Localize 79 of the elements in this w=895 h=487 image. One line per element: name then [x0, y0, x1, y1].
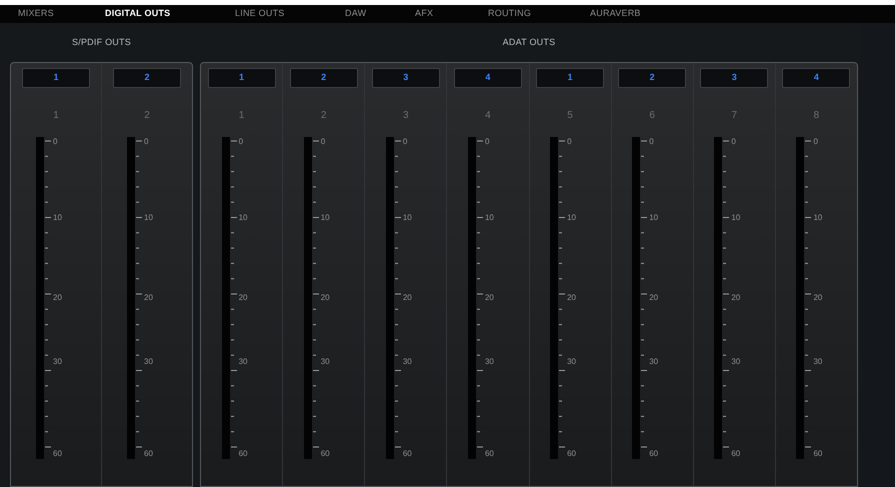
source-selector[interactable]: 3: [372, 68, 440, 88]
scale-label: 60: [144, 449, 153, 460]
source-selector[interactable]: 2: [618, 68, 686, 88]
scale-label: 20: [813, 293, 822, 303]
scale-label: 20: [567, 293, 576, 303]
source-selector[interactable]: 4: [782, 68, 850, 88]
scale-label: 10: [567, 212, 576, 222]
section-title: ADAT OUTS: [502, 36, 556, 49]
channel-number: 2: [320, 109, 326, 123]
scale-label: 0: [53, 136, 58, 147]
scale-label: 60: [567, 449, 576, 460]
source-selector[interactable]: 1: [536, 68, 604, 88]
scale-label: 60: [731, 449, 740, 460]
scale-label: 60: [53, 449, 62, 460]
scale-label: 0: [813, 136, 818, 147]
scale-label: 30: [144, 357, 153, 368]
scale-label: 0: [484, 136, 490, 147]
channel-number: 4: [485, 109, 491, 123]
source-selector[interactable]: 4: [454, 68, 522, 88]
scale-label: 0: [144, 136, 148, 147]
scale-label: 30: [567, 357, 576, 368]
tab[interactable]: DAW: [345, 7, 366, 21]
scale-label: 60: [320, 449, 330, 460]
scale-label: 20: [144, 293, 153, 303]
section-title: S/PDIF OUTS: [71, 36, 132, 49]
scale-label: 20: [484, 293, 494, 303]
scale-label: 30: [484, 357, 494, 368]
channel-number: 3: [403, 109, 409, 123]
tab[interactable]: ROUTING: [488, 7, 532, 21]
scale-label: 0: [320, 136, 326, 147]
channel-number: 1: [238, 109, 244, 123]
scale-label: 60: [649, 449, 658, 460]
tab[interactable]: LINE OUTS: [235, 7, 285, 21]
channel-number: 8: [814, 109, 820, 123]
scale-label: 0: [402, 136, 408, 147]
channel-number: 5: [567, 109, 573, 123]
scale-label: 30: [320, 357, 330, 368]
tab[interactable]: MIXERS: [18, 7, 54, 21]
scale-label: 10: [649, 212, 658, 222]
channel-number: 6: [649, 109, 655, 123]
source-selector[interactable]: 3: [700, 68, 768, 88]
scale-label: 60: [813, 449, 822, 460]
channel-number: 1: [53, 109, 59, 123]
scale-label: 20: [238, 293, 248, 303]
scale-label: 30: [731, 357, 740, 368]
source-selector[interactable]: 1: [22, 68, 90, 88]
scale-label: 30: [53, 357, 62, 368]
tab[interactable]: DIGITAL OUTS: [105, 7, 170, 21]
scale-label: 10: [813, 212, 822, 222]
scale-label: 0: [649, 136, 654, 147]
scale-label: 30: [238, 357, 248, 368]
scale-label: 10: [731, 212, 740, 222]
channel-number: 2: [144, 109, 150, 123]
scale-label: 0: [238, 136, 244, 147]
scale-label: 20: [402, 293, 412, 303]
tab[interactable]: AFX: [415, 7, 434, 21]
scale-label: 10: [484, 212, 494, 222]
source-selector[interactable]: 2: [113, 68, 181, 88]
scale-label: 60: [402, 449, 412, 460]
source-selector[interactable]: 2: [290, 68, 358, 88]
scale-label: 20: [53, 293, 62, 303]
scale-label: 0: [731, 136, 736, 147]
channel-number: 7: [732, 109, 738, 123]
scale-label: 0: [567, 136, 572, 147]
scale-label: 20: [320, 293, 330, 303]
scale-label: 10: [144, 212, 153, 222]
scale-label: 10: [53, 212, 62, 222]
tab[interactable]: AURAVERB: [590, 7, 641, 21]
scale-label: 20: [649, 293, 658, 303]
scale-label: 10: [238, 212, 248, 222]
source-selector[interactable]: 1: [208, 68, 276, 88]
scale-label: 60: [238, 449, 248, 460]
scale-label: 30: [402, 357, 412, 368]
scale-label: 20: [731, 293, 740, 303]
scale-label: 10: [320, 212, 330, 222]
scale-label: 10: [402, 212, 412, 222]
scale-label: 30: [649, 357, 658, 368]
scale-label: 30: [813, 357, 822, 368]
scale-label: 60: [484, 449, 494, 460]
